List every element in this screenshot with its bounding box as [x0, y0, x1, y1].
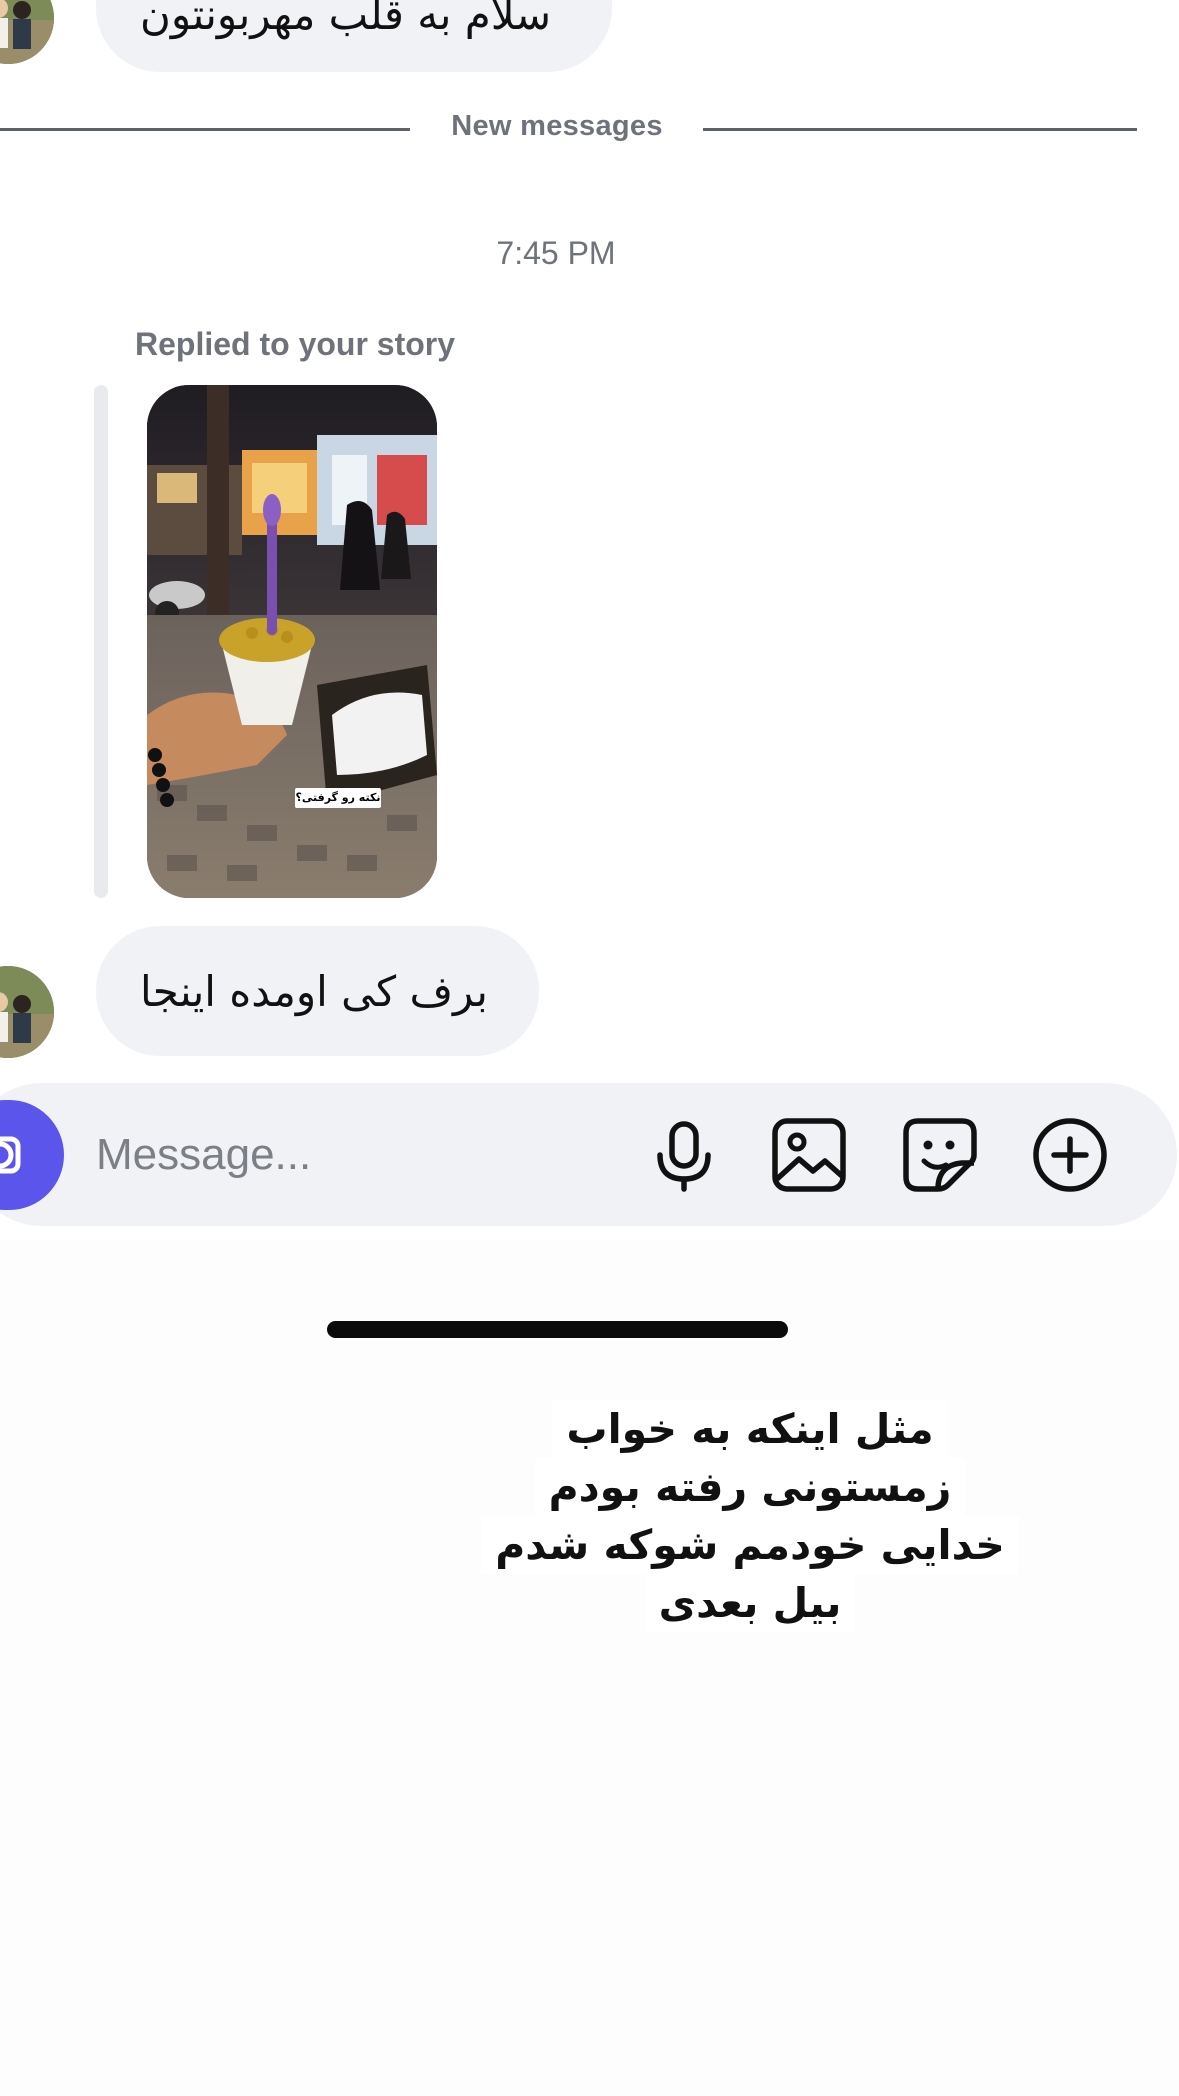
message-bubble[interactable]: برف کی اومده اینجا [96, 926, 539, 1056]
story-thumbnail[interactable]: نکته رو گرفتی؟ [147, 385, 437, 898]
home-indicator[interactable] [327, 1321, 788, 1338]
microphone-icon [657, 1121, 711, 1192]
microphone-button[interactable] [644, 1115, 724, 1195]
add-button[interactable] [1030, 1115, 1110, 1195]
sender-avatar[interactable] [0, 966, 54, 1058]
overlay-caption-line: زمستونی رفته بودم [534, 1458, 966, 1516]
overlay-caption-line: خدایی خودمم شوکه شدم [481, 1516, 1019, 1574]
overlay-caption: مثل اینکه به خواب زمستونی رفته بودم خدای… [470, 1400, 1030, 1632]
background-area [0, 1240, 1179, 2096]
camera-icon [0, 1136, 21, 1174]
sender-avatar[interactable] [0, 0, 54, 64]
sticker-button[interactable] [900, 1115, 980, 1195]
message-input[interactable] [96, 1120, 596, 1190]
reply-indicator-bar [94, 385, 108, 898]
chat-screen: سلام به قلب مهربونتون New messages 7:45 … [0, 0, 1179, 2096]
divider-line-right [703, 128, 1137, 131]
sticker-icon [903, 1118, 977, 1192]
divider-line-left [0, 128, 410, 131]
message-timestamp: 7:45 PM [496, 235, 616, 271]
message-text: برف کی اومده اینجا [140, 966, 488, 1016]
overlay-caption-line: مثل اینکه به خواب [552, 1400, 948, 1458]
add-icon [1033, 1118, 1107, 1192]
previous-message-text: سلام به قلب مهربونتون [140, 0, 552, 39]
gallery-button[interactable] [769, 1115, 849, 1195]
gallery-icon [772, 1118, 846, 1192]
story-reply-label: Replied to your story [135, 326, 456, 362]
new-messages-divider: New messages [451, 110, 663, 142]
story-caption: نکته رو گرفتی؟ [295, 788, 381, 808]
overlay-caption-line: بیل بعدی [644, 1574, 856, 1632]
previous-message-bubble[interactable]: سلام به قلب مهربونتون [96, 0, 612, 72]
